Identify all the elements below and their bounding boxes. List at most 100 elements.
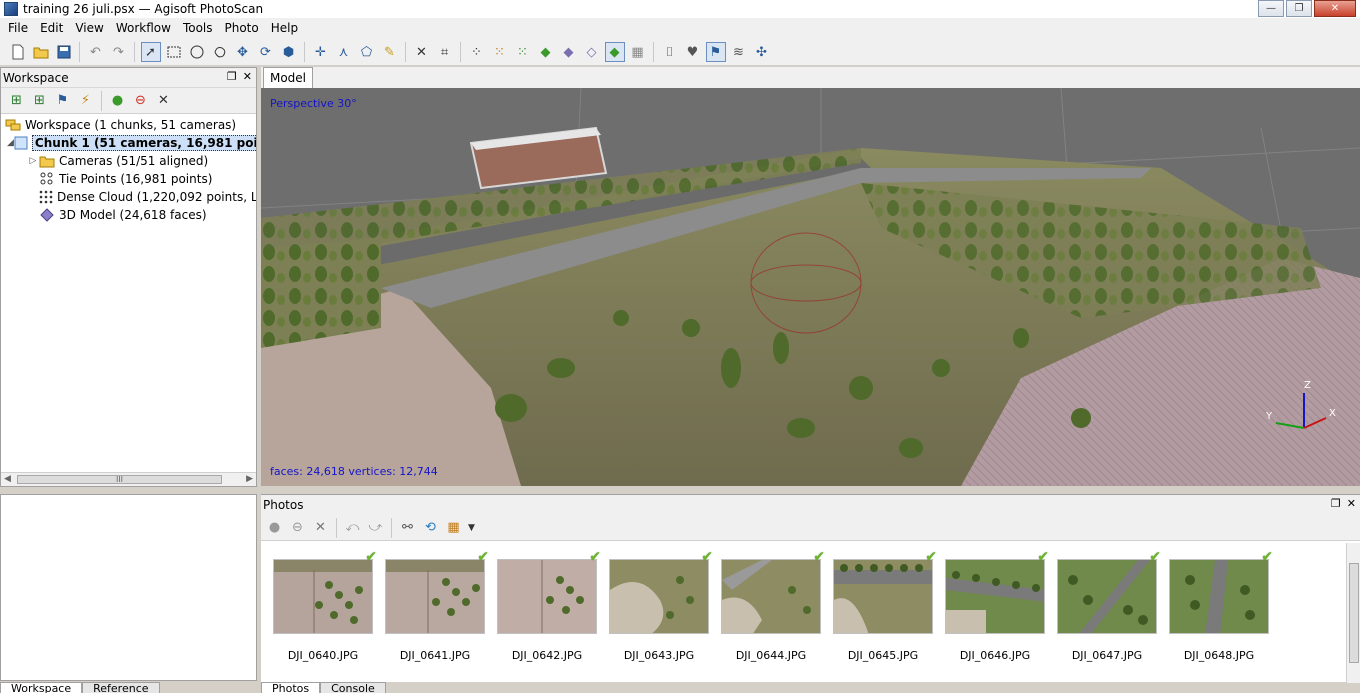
redo-icon[interactable]: ↷	[109, 42, 129, 62]
photo-thumbnail[interactable]	[497, 559, 597, 634]
menu-file[interactable]: File	[2, 18, 34, 39]
add-photos-icon[interactable]: ⊞	[30, 91, 50, 111]
float-panel-icon[interactable]: ❐	[227, 70, 237, 83]
remove-icon[interactable]: ✕	[154, 91, 174, 111]
reset-filter-icon[interactable]: ⟲	[421, 518, 441, 538]
show-trackball-icon[interactable]: ≋	[729, 42, 749, 62]
photo-thumbnail[interactable]	[385, 559, 485, 634]
shaded-model-icon[interactable]: ◆	[604, 42, 625, 62]
photo-thumbnail[interactable]	[945, 559, 1045, 634]
textured-model-icon[interactable]: ◇	[582, 42, 602, 62]
tab-model[interactable]: Model	[263, 67, 313, 88]
crop-icon[interactable]: ⌗	[435, 42, 455, 62]
menu-workflow[interactable]: Workflow	[110, 18, 177, 39]
move-region-icon[interactable]: ✥	[233, 42, 253, 62]
camera-icon[interactable]: ⌷	[660, 42, 680, 62]
filter-icon[interactable]: ⚯	[398, 518, 418, 538]
open-icon[interactable]	[31, 42, 51, 62]
show-tie-points-icon[interactable]: ⁙	[490, 42, 510, 62]
tree-expander[interactable]: ◢	[7, 138, 14, 148]
list-item[interactable]: ✔ DJI_0644.JPG	[721, 549, 825, 662]
tree-expander[interactable]: ▷	[27, 156, 39, 166]
save-icon[interactable]	[54, 42, 74, 62]
menu-tools[interactable]: Tools	[177, 18, 219, 39]
add-markers-icon[interactable]: ⚡	[76, 91, 96, 111]
list-item[interactable]: ✔ DJI_0646.JPG	[945, 549, 1049, 662]
scroll-thumb[interactable]: III	[17, 475, 222, 484]
menu-edit[interactable]: Edit	[34, 18, 69, 39]
close-button[interactable]: ✕	[1314, 0, 1356, 17]
shape-icon[interactable]: ⬠	[357, 42, 377, 62]
tree-item-chunk[interactable]: ◢ Chunk 1 (51 cameras, 16,981 points) [R	[1, 134, 256, 152]
tab-reference[interactable]: Reference	[82, 682, 160, 693]
photo-thumbnail[interactable]	[833, 559, 933, 634]
ruler-icon[interactable]: ⋏	[334, 42, 354, 62]
tab-photos[interactable]: Photos	[261, 682, 321, 693]
select-icon[interactable]: ➚	[140, 42, 161, 62]
photo-thumbnail[interactable]	[609, 559, 709, 634]
rotate-left-icon[interactable]: ⤺	[343, 518, 363, 538]
photo-thumbnail[interactable]	[1057, 559, 1157, 634]
view-mode-icon[interactable]: ▦	[444, 518, 464, 538]
menu-photo[interactable]: Photo	[219, 18, 265, 39]
resize-region-icon[interactable]: ⬢	[279, 42, 299, 62]
add-folder-icon[interactable]: ⚑	[53, 91, 73, 111]
photo-thumbnail[interactable]	[1169, 559, 1269, 634]
restore-button[interactable]: ❐	[1286, 0, 1312, 17]
remove-camera-icon[interactable]: ✕	[311, 518, 331, 538]
circle-select-icon[interactable]	[187, 42, 207, 62]
photos-vertical-scrollbar[interactable]	[1346, 543, 1360, 683]
rotate-right-icon[interactable]: ⤻	[366, 518, 386, 538]
undo-icon[interactable]: ↶	[86, 42, 106, 62]
scroll-thumb[interactable]	[1349, 563, 1359, 663]
list-item[interactable]: ✔ DJI_0640.JPG	[273, 549, 377, 662]
enable-camera-icon[interactable]: ●	[265, 518, 285, 538]
tab-console[interactable]: Console	[320, 682, 386, 693]
grid-icon[interactable]: ▦	[628, 42, 648, 62]
free-select-icon[interactable]	[210, 42, 230, 62]
navigation-icon[interactable]: ✛	[311, 42, 331, 62]
move-object-icon[interactable]: ✣	[752, 42, 772, 62]
list-item[interactable]: ✔ DJI_0648.JPG	[1169, 549, 1273, 662]
tree-item-tie-points[interactable]: Tie Points (16,981 points)	[1, 170, 256, 188]
solid-model-icon[interactable]: ◆	[559, 42, 579, 62]
show-regions-icon[interactable]: ⚑	[705, 42, 726, 62]
menu-view[interactable]: View	[69, 18, 109, 39]
show-model-icon[interactable]: ◆	[536, 42, 556, 62]
reset-view-icon[interactable]: ♥	[683, 42, 703, 62]
scroll-right-icon[interactable]: ▶	[246, 474, 253, 484]
measure-icon[interactable]: ✎	[380, 42, 400, 62]
disable-camera-icon[interactable]: ⊖	[288, 518, 308, 538]
show-dense-icon[interactable]: ⁙	[513, 42, 533, 62]
list-item[interactable]: ✔ DJI_0647.JPG	[1057, 549, 1161, 662]
model-viewport[interactable]: Perspective 30° faces: 24,618 vertices: …	[261, 88, 1360, 486]
tree-item-cameras[interactable]: ▷ Cameras (51/51 aligned)	[1, 152, 256, 170]
tree-item-3d-model[interactable]: 3D Model (24,618 faces)	[1, 206, 256, 224]
menu-help[interactable]: Help	[265, 18, 304, 39]
photo-thumbnail[interactable]	[273, 559, 373, 634]
list-item[interactable]: ✔ DJI_0641.JPG	[385, 549, 489, 662]
list-item[interactable]: ✔ DJI_0645.JPG	[833, 549, 937, 662]
enable-icon[interactable]: ●	[108, 91, 128, 111]
tree-item-workspace[interactable]: Workspace (1 chunks, 51 cameras)	[1, 116, 256, 134]
rectangle-select-icon[interactable]	[164, 42, 184, 62]
rotate-region-icon[interactable]: ⟳	[256, 42, 276, 62]
photo-thumbnail[interactable]	[721, 559, 821, 634]
tree-item-label: 3D Model (24,618 faces)	[59, 208, 207, 222]
tab-workspace[interactable]: Workspace	[0, 682, 83, 693]
close-panel-icon[interactable]: ✕	[243, 70, 252, 83]
list-item[interactable]: ✔ DJI_0642.JPG	[497, 549, 601, 662]
new-icon[interactable]	[8, 42, 28, 62]
scroll-left-icon[interactable]: ◀	[4, 474, 11, 484]
list-item[interactable]: ✔ DJI_0643.JPG	[609, 549, 713, 662]
show-cameras-icon[interactable]: ⁘	[467, 42, 487, 62]
delete-icon[interactable]: ✕	[412, 42, 432, 62]
minimize-button[interactable]: —	[1258, 0, 1284, 17]
close-panel-icon[interactable]: ✕	[1347, 497, 1356, 510]
tree-item-dense-cloud[interactable]: Dense Cloud (1,220,092 points, Low	[1, 188, 256, 206]
workspace-horizontal-scrollbar[interactable]: ◀ III ▶	[1, 472, 256, 486]
chevron-down-icon[interactable]: ▼	[467, 518, 477, 538]
float-panel-icon[interactable]: ❐	[1331, 497, 1341, 510]
disable-icon[interactable]: ⊖	[131, 91, 151, 111]
add-chunk-icon[interactable]: ⊞	[7, 91, 27, 111]
